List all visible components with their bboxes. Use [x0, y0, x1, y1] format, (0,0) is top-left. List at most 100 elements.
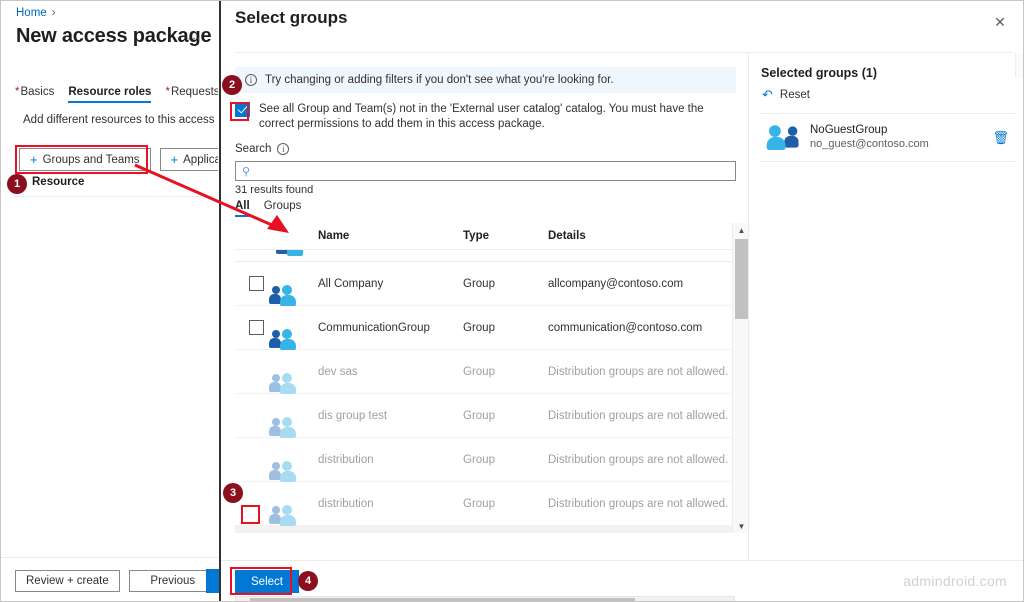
table-row-selected[interactable]: NoGuestGroup Group no_guest@contoso.com	[235, 526, 732, 533]
pivot-groups[interactable]: Groups	[264, 200, 302, 217]
row-type: Group	[463, 454, 548, 466]
breadcrumb-home-link[interactable]: Home	[16, 7, 47, 19]
table-row: dev sas Group Distribution groups are no…	[235, 350, 732, 394]
blade-description: Add different resources to this access p…	[23, 114, 218, 126]
selected-group-email: no_guest@contoso.com	[810, 138, 929, 150]
row-name: distribution	[318, 498, 463, 510]
resource-column-header: Resource	[32, 176, 84, 188]
more-options-icon[interactable]: ⋯	[187, 33, 202, 43]
row-type: Group	[463, 498, 548, 510]
blade-tab-list: *Basics Resource roles *Requests Re	[15, 86, 218, 103]
divider	[15, 196, 215, 197]
breadcrumb: Home›	[16, 7, 56, 19]
row-name: All Company	[318, 278, 463, 290]
page-title: New access package	[16, 25, 211, 48]
divider	[1, 557, 218, 558]
row-type: Group	[463, 278, 548, 290]
row-type: Group	[463, 322, 548, 334]
table-row-clipped[interactable]	[235, 250, 732, 262]
tab-basics-label: Basics	[20, 86, 54, 98]
select-groups-panel: Select groups ✕ i Try changing or adding…	[219, 1, 1024, 602]
panel-title: Select groups	[235, 8, 347, 28]
blade-footer: Review + create Previous	[15, 570, 217, 592]
tab-resource-roles[interactable]: Resource roles	[68, 86, 151, 103]
row-name: dev sas	[318, 366, 463, 378]
add-groups-and-teams-button[interactable]: + Groups and Teams	[19, 148, 151, 171]
row-type: Group	[463, 366, 548, 378]
previous-button[interactable]: Previous	[129, 570, 217, 592]
selected-groups-column: Selected groups (1) ↶ Reset NoGuestGroup…	[749, 53, 1024, 560]
add-applications-label: Applicati	[183, 154, 218, 166]
table-row: distribution Group Distribution groups a…	[235, 482, 732, 526]
review-create-button[interactable]: Review + create	[15, 570, 120, 592]
blade-command-bar: + Groups and Teams + Applicati	[19, 148, 218, 171]
row-name: dis group test	[318, 410, 463, 422]
see-all-groups-checkbox[interactable]	[235, 102, 250, 117]
table-body: All Company Group allcompany@contoso.com…	[235, 250, 732, 533]
row-details: Distribution groups are not allowed.	[548, 366, 732, 378]
annotation-badge-2: 2	[222, 75, 242, 95]
table-row[interactable]: All Company Group allcompany@contoso.com	[235, 262, 732, 306]
annotation-badge-3: 3	[223, 483, 243, 503]
horizontal-scroll-thumb[interactable]	[250, 598, 635, 602]
selected-group-name: NoGuestGroup	[810, 124, 929, 136]
table-header-row: Name Type Details	[235, 223, 732, 250]
scroll-right-icon[interactable]: ▶	[721, 597, 734, 602]
plus-icon: +	[30, 152, 38, 167]
add-applications-button[interactable]: + Applicati	[160, 148, 218, 171]
selected-groups-title: Selected groups (1)	[761, 66, 877, 80]
add-groups-and-teams-label: Groups and Teams	[43, 154, 140, 166]
scroll-left-icon[interactable]: ◀	[236, 597, 249, 602]
table-row: dis group test Group Distribution groups…	[235, 394, 732, 438]
info-icon[interactable]: i	[277, 143, 289, 155]
select-button[interactable]: Select	[235, 570, 299, 593]
avatar	[767, 124, 798, 150]
header-name: Name	[318, 230, 463, 242]
panel-left-column: i Try changing or adding filters if you …	[221, 53, 748, 602]
tab-requests-label: Requests	[171, 86, 218, 98]
header-type: Type	[463, 230, 548, 242]
search-icon: ⚲	[242, 165, 250, 178]
vertical-scroll-thumb[interactable]	[735, 239, 748, 319]
close-icon[interactable]: ✕	[989, 11, 1011, 33]
pivot-all[interactable]: All	[235, 200, 250, 217]
table-vertical-scrollbar[interactable]: ▲ ▼	[732, 223, 749, 533]
pivot-tab-list: All Groups	[235, 200, 301, 217]
divider	[221, 560, 1024, 561]
search-label: Search i	[235, 143, 289, 155]
row-details: communication@contoso.com	[548, 322, 732, 334]
results-count: 31 results found	[235, 184, 313, 196]
see-all-groups-label: See all Group and Team(s) not in the 'Ex…	[259, 102, 739, 132]
undo-icon: ↶	[762, 87, 773, 103]
reset-button[interactable]: ↶ Reset	[762, 87, 810, 103]
selected-group-item: NoGuestGroup no_guest@contoso.com 🗑	[761, 114, 1015, 160]
row-checkbox[interactable]	[249, 276, 264, 291]
divider	[761, 161, 1015, 162]
tab-basics[interactable]: *Basics	[15, 86, 54, 103]
plus-icon: +	[171, 152, 179, 167]
new-access-package-blade: Home› New access package ⋯ *Basics Resou…	[1, 1, 218, 602]
row-checkbox[interactable]	[249, 320, 264, 335]
search-label-text: Search	[235, 143, 271, 155]
table-horizontal-scrollbar[interactable]: ◀ ▶	[235, 596, 735, 602]
panel-scrollbar[interactable]	[1015, 53, 1024, 77]
watermark: admindroid.com	[903, 573, 1007, 589]
tab-requests[interactable]: *Requests	[165, 86, 218, 103]
table-row[interactable]: CommunicationGroup Group communication@c…	[235, 306, 732, 350]
reset-label: Reset	[780, 89, 810, 101]
tab-resource-roles-label: Resource roles	[68, 86, 151, 98]
annotation-badge-1: 1	[7, 174, 27, 194]
header-details: Details	[548, 230, 732, 242]
row-name: distribution	[318, 454, 463, 466]
info-icon: i	[245, 74, 257, 86]
groups-table: Name Type Details All Company Group	[235, 223, 751, 551]
trash-icon[interactable]: 🗑	[992, 130, 1009, 146]
table-row: distribution Group Distribution groups a…	[235, 438, 732, 482]
row-name: CommunicationGroup	[318, 322, 463, 334]
search-box[interactable]: ⚲	[235, 161, 736, 181]
search-input[interactable]	[250, 163, 710, 179]
screenshot-root: Home› New access package ⋯ *Basics Resou…	[0, 0, 1024, 602]
row-type: Group	[463, 410, 548, 422]
required-asterisk: *	[15, 86, 19, 98]
see-all-groups-checkbox-row[interactable]: See all Group and Team(s) not in the 'Ex…	[235, 102, 740, 132]
